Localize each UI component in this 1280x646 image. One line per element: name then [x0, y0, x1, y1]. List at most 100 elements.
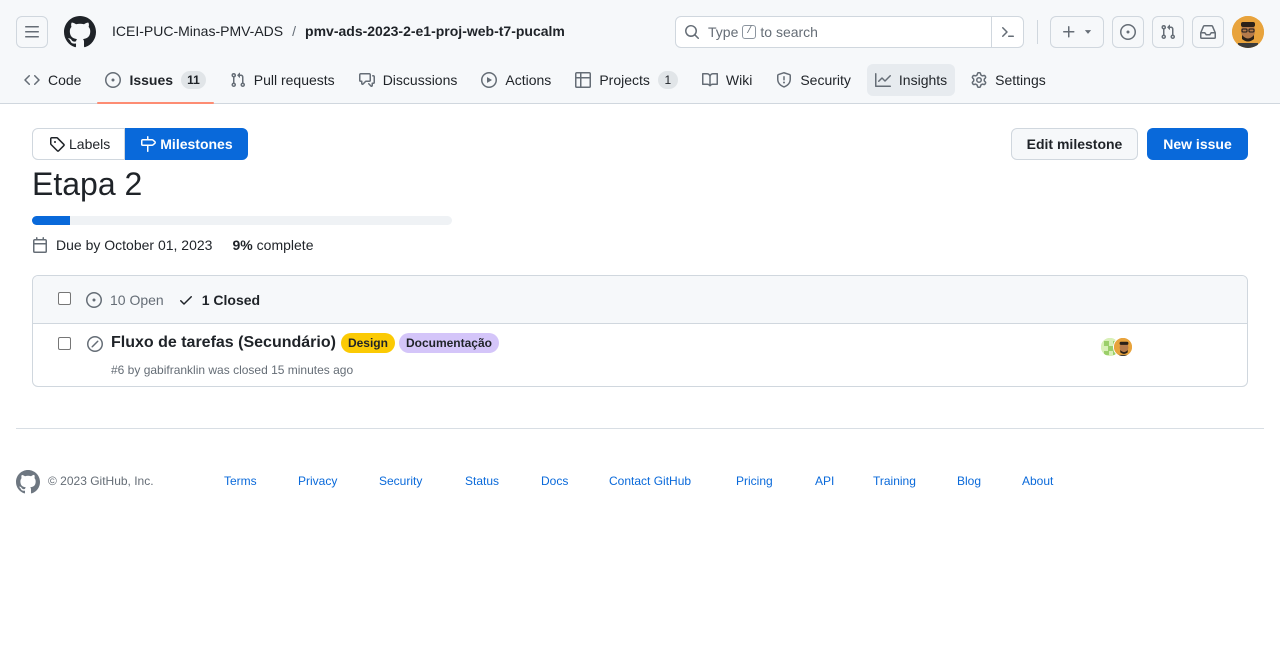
calendar-icon: [33, 237, 47, 253]
tab-projects-label: Projects: [599, 72, 650, 88]
issue-title-link[interactable]: Fluxo de tarefas (Secundário): [111, 334, 336, 352]
milestone-meta: Due by October 01, 2023 9% complete: [32, 237, 313, 253]
footer-divider: [16, 428, 1264, 429]
milestones-button-label: Milestones: [160, 136, 233, 152]
hamburger-icon: [25, 26, 39, 38]
new-issue-button[interactable]: New issue: [1147, 128, 1248, 160]
issue-title-line: Fluxo de tarefas (Secundário) Design Doc…: [111, 333, 503, 353]
shield-icon: [777, 72, 792, 88]
search-suffix: to search: [760, 24, 818, 40]
closed-count: 1 Closed: [201, 292, 261, 308]
user-avatar[interactable]: [1232, 16, 1264, 48]
search-icon: [685, 25, 700, 40]
issue-opened-icon: [105, 72, 122, 88]
repo-tabs: Code Issues 11 Pull requests Discussions…: [16, 64, 1062, 104]
issue-state-filter: 10 Open 1 Closed: [86, 292, 260, 308]
tab-security[interactable]: Security: [768, 64, 859, 96]
tab-projects[interactable]: Projects 1: [567, 64, 686, 96]
labels-button-label: Labels: [69, 136, 111, 152]
skip-closed-icon: [87, 336, 103, 352]
tab-issues-label: Issues: [129, 72, 174, 88]
footer-link-contact[interactable]: Contact GitHub: [609, 474, 691, 488]
tab-code[interactable]: Code: [16, 64, 89, 96]
check-icon: [179, 296, 192, 305]
user-avatar-image: [1232, 16, 1264, 48]
footer-link-docs[interactable]: Docs: [541, 474, 568, 488]
create-new-button[interactable]: [1050, 16, 1104, 48]
label-documentacao[interactable]: Documentação: [398, 333, 499, 353]
search-prefix: Type: [708, 24, 739, 40]
tab-insights-label: Insights: [898, 72, 948, 88]
repo-name-link[interactable]: pmv-ads-2023-2-e1-proj-web-t7-pucalm: [305, 23, 565, 39]
tab-wiki[interactable]: Wiki: [694, 64, 760, 96]
tab-discussions[interactable]: Discussions: [351, 64, 466, 96]
footer-link-blog[interactable]: Blog: [957, 474, 981, 488]
graph-icon: [874, 73, 891, 87]
breadcrumb-separator: /: [292, 23, 297, 39]
tab-code-label: Code: [48, 72, 82, 88]
search-shortcut-key: /: [742, 25, 757, 39]
tab-pull-requests[interactable]: Pull requests: [222, 64, 343, 96]
milestone-title: Etapa 2: [32, 166, 143, 202]
footer-link-privacy[interactable]: Privacy: [298, 474, 337, 488]
issue-meta: #6 by gabifranklin was closed 15 minutes…: [111, 363, 354, 377]
footer-link-pricing[interactable]: Pricing: [736, 474, 773, 488]
issues-list-header: 10 Open 1 Closed: [33, 276, 1247, 324]
menu-button[interactable]: [16, 16, 48, 48]
command-palette-button[interactable]: [991, 17, 1023, 47]
tab-settings[interactable]: Settings: [963, 64, 1054, 96]
assignees: [1100, 337, 1140, 357]
labels-button[interactable]: Labels: [32, 128, 126, 160]
issues-list: 10 Open 1 Closed Fluxo de tarefas (Secun…: [32, 275, 1248, 387]
github-logo-icon[interactable]: [16, 470, 40, 494]
your-issues-button[interactable]: [1112, 16, 1144, 48]
footer-link-api[interactable]: API: [815, 474, 834, 488]
select-all-checkbox[interactable]: [58, 292, 71, 305]
footer-link-security[interactable]: Security: [379, 474, 422, 488]
tab-insights[interactable]: Insights: [866, 64, 956, 96]
closed-issues-filter[interactable]: 1 Closed: [178, 292, 260, 308]
milestone-due-date: Due by October 01, 2023: [56, 237, 213, 253]
labels-milestones-subnav: Labels Milestones: [32, 128, 248, 160]
book-icon: [701, 72, 718, 87]
tab-actions[interactable]: Actions: [473, 64, 559, 96]
tab-issues[interactable]: Issues 11: [97, 64, 215, 104]
milestone-progress-fill: [32, 216, 70, 225]
edit-milestone-button[interactable]: Edit milestone: [1011, 128, 1138, 160]
header-divider: [1037, 20, 1038, 44]
github-logo-icon[interactable]: [64, 16, 96, 48]
issue-checkbox[interactable]: [58, 337, 71, 350]
footer-link-terms[interactable]: Terms: [224, 474, 257, 488]
tab-security-label: Security: [800, 72, 851, 88]
issue-row: Fluxo de tarefas (Secundário) Design Doc…: [33, 324, 1247, 386]
milestone-complete-label: complete: [256, 237, 314, 253]
tab-pull-requests-label: Pull requests: [253, 72, 335, 88]
footer-link-status[interactable]: Status: [465, 474, 499, 488]
triangle-down-icon: [1084, 30, 1092, 34]
plus-icon: [1063, 26, 1075, 38]
tab-actions-label: Actions: [505, 72, 552, 88]
milestone-icon: [141, 136, 157, 152]
open-count: 10 Open: [110, 292, 164, 308]
comment-discussion-icon: [358, 73, 375, 87]
table-icon: [575, 72, 592, 88]
milestone-progress-bar: [32, 216, 452, 225]
git-pull-request-icon: [231, 72, 245, 88]
footer-link-training[interactable]: Training: [873, 474, 916, 488]
command-palette-icon: [1001, 27, 1014, 37]
open-issues-filter[interactable]: 10 Open: [86, 292, 164, 308]
footer-link-about[interactable]: About: [1022, 474, 1053, 488]
notifications-button[interactable]: [1192, 16, 1224, 48]
search-input[interactable]: Type / to search: [675, 16, 1024, 48]
breadcrumb: ICEI-PUC-Minas-PMV-ADS / pmv-ads-2023-2-…: [112, 23, 565, 39]
code-icon: [24, 74, 40, 86]
tab-wiki-label: Wiki: [725, 72, 753, 88]
milestones-button[interactable]: Milestones: [125, 128, 248, 160]
assignee-avatar[interactable]: [1113, 337, 1133, 357]
tab-discussions-label: Discussions: [382, 72, 458, 88]
footer-copyright: © 2023 GitHub, Inc.: [48, 474, 154, 488]
repo-owner-link[interactable]: ICEI-PUC-Minas-PMV-ADS: [112, 23, 283, 39]
label-design[interactable]: Design: [340, 333, 395, 353]
tag-icon: [50, 137, 65, 152]
your-pull-requests-button[interactable]: [1152, 16, 1184, 48]
